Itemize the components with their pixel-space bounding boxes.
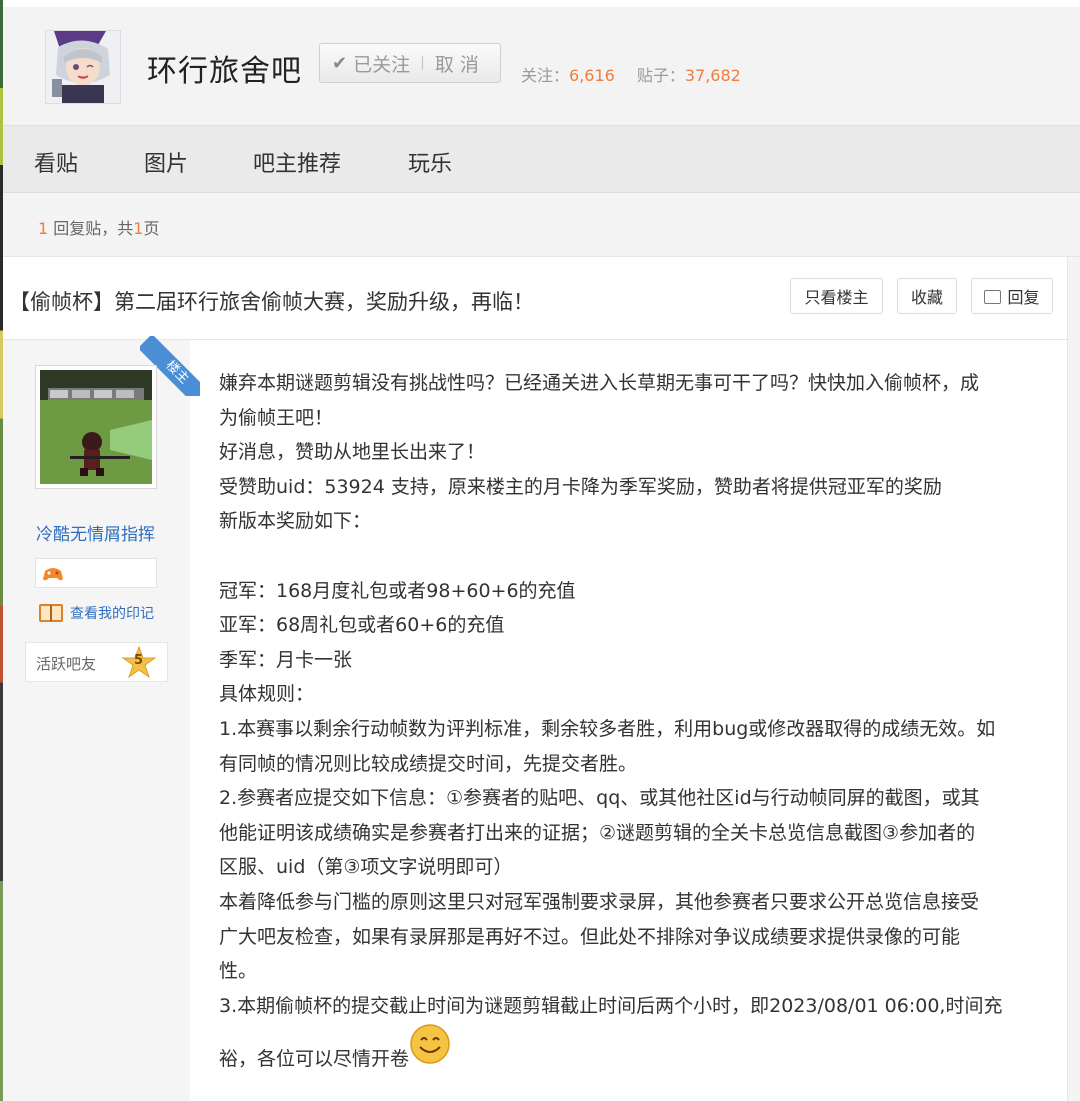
- followers-count: 6,616: [569, 66, 615, 85]
- post-line: 为偷帧王吧！: [219, 406, 334, 429]
- reply-summary: 1 回复贴，共1页: [38, 215, 160, 239]
- forum-stats: 关注：6,616 贴子：37,682: [521, 62, 741, 86]
- nav-item-images[interactable]: 图片: [144, 146, 188, 178]
- follow-divider: |: [420, 55, 425, 71]
- badge-bar: [35, 558, 157, 588]
- follow-label: 已关注: [353, 53, 411, 76]
- author-avatar-image: [40, 370, 152, 484]
- header-topline: [3, 0, 1080, 7]
- post-line: 区服、uid（第③项文字说明即可）: [219, 856, 513, 879]
- author-name[interactable]: 冷酷无情屑指挥: [36, 520, 155, 545]
- follow-toggle-button[interactable]: ✔ 已关注 | 取 消: [319, 43, 501, 83]
- nav-item-posts[interactable]: 看贴: [34, 146, 78, 178]
- post-line: 裕，各位可以尽情开卷: [219, 1023, 1039, 1077]
- forum-avatar-image: [46, 31, 120, 103]
- level-badge[interactable]: 活跃吧友 5: [25, 642, 168, 682]
- posts-count: 37,682: [684, 66, 741, 85]
- reply-text-a: 回复贴，共: [53, 219, 134, 238]
- post-line: 本着降低参与门槛的原则这里只对冠军强制要求录屏，其他参赛者只要求公开总览信息接受: [219, 890, 980, 913]
- reply-button[interactable]: 回复: [971, 278, 1053, 314]
- smiley-emoticon-icon: [409, 1023, 451, 1077]
- post-line: 嫌弃本期谜题剪辑没有挑战性吗？已经通关进入长草期无事可干了吗？快快加入偷帧杯，成: [219, 372, 980, 394]
- reply-count: 1: [38, 219, 49, 238]
- post-line: 受赞助uid：53924 支持，原来楼主的月卡降为季军奖励，赞助者将提供冠亚军的…: [219, 475, 942, 498]
- level-number: 5: [134, 653, 144, 668]
- post-line: 3.本期偷帧杯的提交截止时间为谜题剪辑截止时间后两个小时，即2023/08/01…: [219, 994, 1003, 1017]
- favorite-button[interactable]: 收藏: [897, 278, 957, 314]
- post-line: 有同帧的情况则比较成绩提交时间，先提交者胜。: [219, 752, 638, 775]
- post-line: 季军：月卡一张: [219, 648, 353, 671]
- reply-label: 回复: [1007, 288, 1040, 307]
- post-content: 嫌弃本期谜题剪辑没有挑战性吗？已经通关进入长草期无事可干了吗？快快加入偷帧杯，成…: [219, 366, 1039, 1077]
- only-op-button[interactable]: 只看楼主: [790, 278, 883, 314]
- forum-name[interactable]: 环行旅舍吧: [147, 46, 302, 90]
- author-avatar[interactable]: [35, 365, 157, 489]
- post-line: 2.参赛者应提交如下信息：①参赛者的贴吧、qq、或其他社区id与行动帧同屏的截图…: [219, 787, 980, 810]
- post-line: 好消息，赞助从地里长出来了！: [219, 441, 486, 464]
- only-op-label: 只看楼主: [804, 288, 869, 307]
- unfollow-button[interactable]: 取 消: [435, 50, 479, 77]
- favorite-label: 收藏: [910, 288, 943, 307]
- post-title: 【偷帧杯】第二届环行旅舍偷帧大赛，奖励升级，再临！: [9, 290, 534, 314]
- comment-icon: [984, 290, 1002, 304]
- author-sidebar: 楼主 冷酷无情屑指挥 查看我的印记 活跃吧友 5: [3, 336, 200, 1101]
- post-line: 性。: [219, 960, 258, 983]
- post-line: 他能证明该成绩确实是参赛者打出来的证据；②谜题剪辑的全关卡总览信息截图③参加者的: [219, 821, 976, 844]
- imprint-link[interactable]: 查看我的印记: [38, 602, 154, 624]
- book-icon: [39, 604, 63, 622]
- post-line: 广大吧友检查，如果有录屏那是再好不过。但此处不排除对争议成绩要求提供录像的可能: [219, 925, 961, 948]
- game-controller-icon[interactable]: [42, 565, 64, 583]
- post-line: [219, 539, 1039, 574]
- post-line: 冠军：168月度礼包或者98+60+6的充值: [219, 579, 576, 602]
- posts-label: 贴子：: [636, 66, 685, 85]
- level-title: 活跃吧友: [36, 655, 97, 673]
- post-line: 1.本赛事以剩余行动帧数为评判标准，剩余较多者胜，利用bug或修改器取得的成绩无…: [219, 717, 996, 740]
- page-count: 1: [133, 219, 144, 238]
- post-header: 【偷帧杯】第二届环行旅舍偷帧大赛，奖励升级，再临！ 只看楼主 收藏 回复: [3, 257, 1067, 340]
- forum-avatar[interactable]: [45, 30, 121, 104]
- check-icon: ✔: [332, 52, 348, 74]
- nav-item-fun[interactable]: 玩乐: [408, 146, 452, 178]
- post-line: 新版本奖励如下：: [219, 510, 372, 533]
- imprint-label: 查看我的印记: [70, 606, 154, 622]
- forum-nav: 看贴 图片 吧主推荐 玩乐: [3, 126, 1080, 193]
- nav-item-recommended[interactable]: 吧主推荐: [253, 146, 341, 178]
- post-line: 亚军：68周礼包或者60+6的充值: [219, 614, 505, 637]
- reply-text-b: 页: [143, 219, 160, 238]
- followers-label: 关注：: [521, 66, 570, 85]
- reply-summary-bar: 1 回复贴，共1页: [3, 193, 1080, 257]
- scrollbar-track[interactable]: [1067, 256, 1080, 1101]
- post-line: 具体规则：: [219, 683, 315, 706]
